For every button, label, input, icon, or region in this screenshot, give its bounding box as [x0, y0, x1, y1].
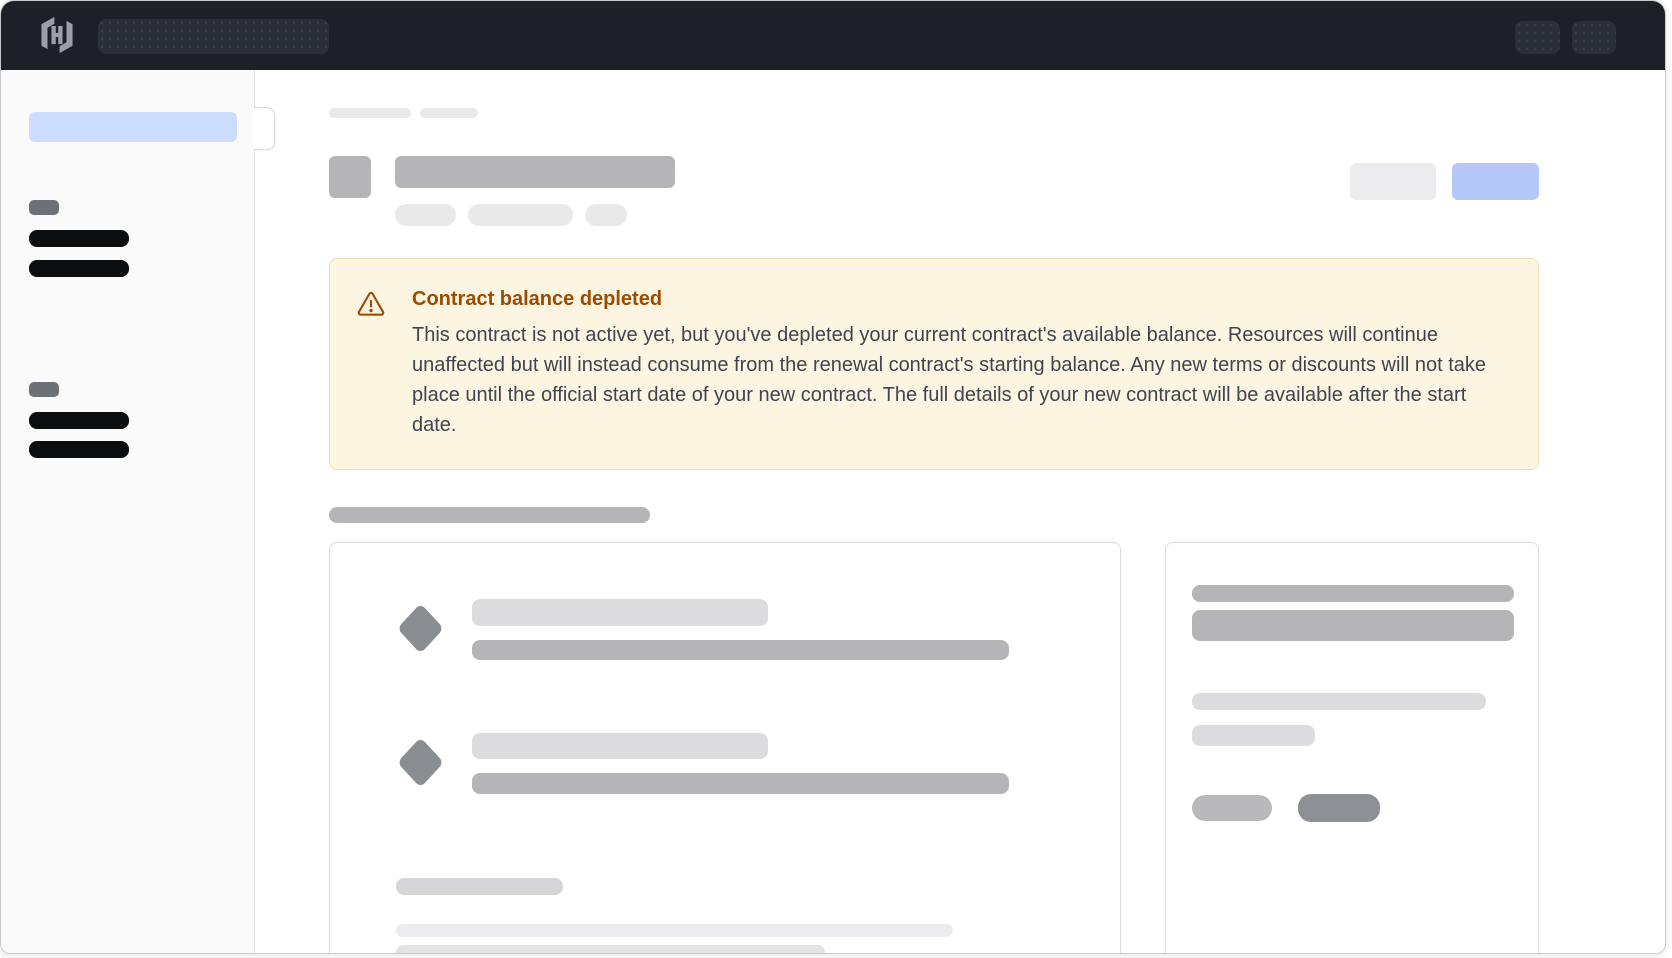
- page-actions: [1350, 163, 1539, 226]
- summary-line2-skeleton: [1192, 725, 1315, 746]
- badge3-skeleton: [585, 204, 627, 226]
- list-item1-diamond-icon: [396, 604, 444, 652]
- sidebar-group1-label-skeleton: [29, 200, 59, 215]
- alert-triangle-icon: [355, 289, 387, 469]
- app-window: Contract balance depleted This contract …: [0, 0, 1666, 954]
- list-footer-line2-skeleton: [396, 945, 825, 954]
- breadcrumb: [329, 108, 478, 118]
- sidebar-group1-item2-skeleton[interactable]: [29, 260, 129, 277]
- list-item1-title-skeleton: [472, 599, 768, 626]
- list-footer-label-skeleton: [396, 878, 563, 895]
- app-body: Contract balance depleted This contract …: [1, 70, 1665, 953]
- summary-heading-skeleton: [1192, 585, 1514, 602]
- page-badges: [395, 204, 675, 226]
- page-header-left: [329, 156, 675, 226]
- list-item2-text-skeleton: [472, 773, 1009, 794]
- secondary-action-button-skeleton[interactable]: [1350, 163, 1436, 200]
- page-title-skeleton: [395, 156, 675, 188]
- badge2-skeleton: [468, 204, 573, 226]
- section-title-skeleton: [329, 507, 650, 523]
- summary-button1-skeleton[interactable]: [1192, 795, 1272, 821]
- page-header: [329, 156, 1539, 226]
- page-title-block: [395, 156, 675, 226]
- list-footer-line1-skeleton: [396, 924, 953, 937]
- alert-title: Contract balance depleted: [412, 287, 1508, 312]
- cards-row: [329, 542, 1539, 954]
- page-icon-skeleton: [329, 156, 371, 198]
- main-content: Contract balance depleted This contract …: [255, 70, 1665, 953]
- alert-text-block: Contract balance depleted This contract …: [412, 287, 1508, 469]
- sidebar-collapse-toggle[interactable]: [253, 107, 275, 150]
- primary-action-button-skeleton[interactable]: [1452, 163, 1539, 200]
- sidebar-group2-label-skeleton: [29, 382, 59, 397]
- warning-alert: Contract balance depleted This contract …: [329, 258, 1539, 470]
- breadcrumb-item2-skeleton[interactable]: [420, 108, 478, 118]
- sidebar: [1, 70, 255, 953]
- breadcrumb-item1-skeleton[interactable]: [329, 108, 411, 118]
- list-item2-title-skeleton: [472, 733, 768, 759]
- sidebar-group2-item2-skeleton[interactable]: [29, 441, 129, 458]
- alert-body: This contract is not active yet, but you…: [412, 320, 1508, 440]
- list-item1-text-skeleton: [472, 640, 1009, 660]
- list-item2-diamond-icon: [396, 738, 444, 786]
- badge1-skeleton: [395, 204, 456, 226]
- global-search-input[interactable]: [98, 19, 329, 54]
- resources-list-card: [329, 542, 1121, 954]
- topbar-action-button-1[interactable]: [1515, 21, 1560, 54]
- sidebar-group2-item1-skeleton[interactable]: [29, 412, 129, 429]
- summary-card: [1165, 542, 1539, 954]
- sidebar-group1-item1-skeleton[interactable]: [29, 230, 129, 247]
- summary-line1-skeleton: [1192, 693, 1486, 710]
- summary-value-skeleton: [1192, 610, 1514, 641]
- sidebar-active-item-skeleton[interactable]: [29, 112, 237, 142]
- hashicorp-logo-icon: [38, 16, 76, 54]
- topbar: [1, 1, 1665, 70]
- topbar-action-button-2[interactable]: [1572, 21, 1616, 54]
- summary-button2-skeleton[interactable]: [1298, 794, 1380, 822]
